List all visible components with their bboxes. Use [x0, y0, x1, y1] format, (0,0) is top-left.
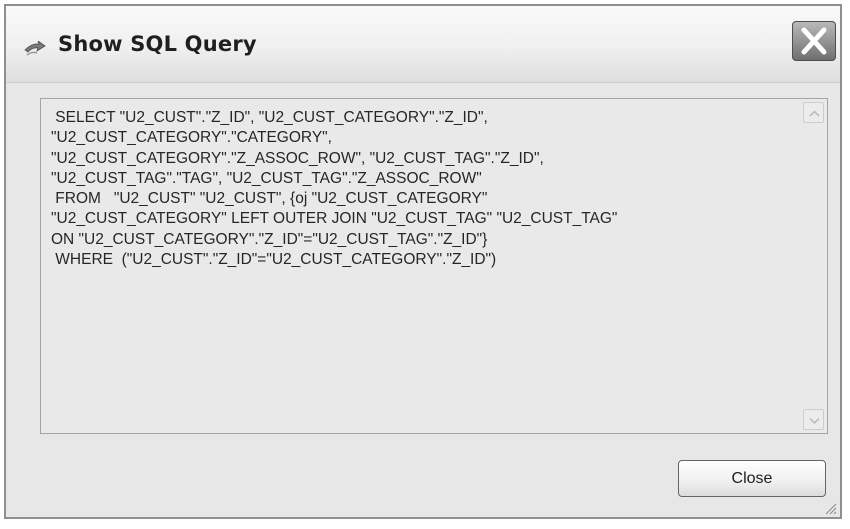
- dialog-title: Show SQL Query: [58, 32, 257, 56]
- sql-line: "U2_CUST_CATEGORY" LEFT OUTER JOIN "U2_C…: [51, 210, 618, 228]
- sql-line: "U2_CUST_CATEGORY"."CATEGORY",: [51, 129, 332, 147]
- arrow-app-icon: [24, 39, 46, 57]
- close-x-icon[interactable]: [792, 21, 836, 61]
- title-bar[interactable]: Show SQL Query: [6, 6, 840, 83]
- scroll-down-button[interactable]: [803, 409, 824, 430]
- sql-line: "U2_CUST_CATEGORY"."Z_ASSOC_ROW", "U2_CU…: [51, 149, 544, 167]
- sql-query-text-area[interactable]: SELECT "U2_CUST"."Z_ID", "U2_CUST_CATEGO…: [40, 98, 828, 434]
- sql-query-text: SELECT "U2_CUST"."Z_ID", "U2_CUST_CATEGO…: [51, 108, 811, 270]
- dialog-body: SELECT "U2_CUST"."Z_ID", "U2_CUST_CATEGO…: [6, 83, 840, 517]
- sql-line: "U2_CUST_TAG"."TAG", "U2_CUST_TAG"."Z_AS…: [51, 169, 482, 187]
- sql-line: SELECT "U2_CUST"."Z_ID", "U2_CUST_CATEGO…: [51, 109, 488, 126]
- sql-line: FROM "U2_CUST" "U2_CUST", {oj "U2_CUST_C…: [51, 190, 488, 208]
- scroll-up-button[interactable]: [803, 102, 824, 123]
- sql-line: WHERE ("U2_CUST"."Z_ID"="U2_CUST_CATEGOR…: [51, 251, 497, 269]
- sql-line: ON "U2_CUST_CATEGORY"."Z_ID"="U2_CUST_TA…: [51, 230, 488, 248]
- close-button[interactable]: Close: [678, 460, 826, 497]
- scrollbar-track[interactable]: [803, 123, 824, 409]
- resize-grip-icon[interactable]: [823, 500, 837, 515]
- vertical-scrollbar[interactable]: [803, 102, 824, 430]
- show-sql-query-dialog: Show SQL Query SELECT "U2_CUST"."Z_ID", …: [4, 4, 842, 519]
